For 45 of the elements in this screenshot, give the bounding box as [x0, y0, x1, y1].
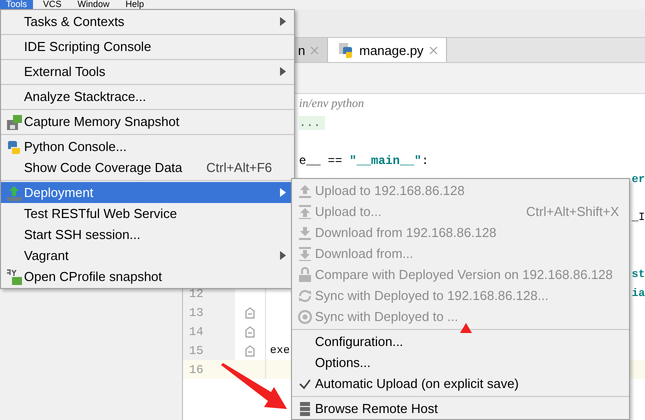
menu-bar-item[interactable]: VCS [37, 0, 68, 9]
editor-tab[interactable]: manage.py [328, 38, 447, 62]
code-text: e__ == "__main__": [299, 154, 429, 168]
line-number: 16 [189, 362, 204, 376]
menu-item[interactable]: Deployment [1, 182, 294, 203]
menu-bar-item[interactable]: Window [72, 0, 116, 9]
menu-item[interactable]: Automatic Upload (on explicit save) [292, 373, 629, 394]
close-icon [428, 46, 438, 54]
annotation-triangle [460, 323, 472, 333]
menu-bar-item[interactable]: Tools [0, 0, 34, 9]
code-text: er [632, 174, 645, 186]
code-text: st [632, 268, 645, 280]
server-icon [297, 400, 313, 416]
menu-item[interactable]: Capture Memory Snapshot [1, 111, 294, 132]
close-icon [310, 46, 320, 54]
menu-item[interactable]: External Tools [1, 61, 294, 82]
download-icon [297, 224, 313, 240]
annotation-arrow [221, 363, 287, 411]
download-icon [297, 246, 313, 262]
python-file-icon [338, 42, 354, 58]
menu-item[interactable]: Test RESTful Web Service [1, 203, 294, 224]
upload-icon [297, 204, 313, 220]
menu-item[interactable]: Open CProfile snapshot [1, 266, 294, 287]
code-text: _I [632, 212, 645, 224]
menu-item[interactable]: Configuration... [292, 331, 629, 352]
menu-item[interactable]: Tasks & Contexts [1, 11, 294, 32]
line-number: 12 [189, 286, 204, 300]
menu-item[interactable]: Vagrant [1, 245, 294, 266]
code-text: exe [269, 344, 290, 356]
menu-item[interactable]: Analyze Stacktrace... [1, 86, 294, 107]
menu-item[interactable]: Options... [292, 352, 629, 373]
code-text: ia [632, 288, 645, 300]
line-number: 13 [189, 306, 204, 320]
upload-icon [6, 184, 22, 200]
menu-item[interactable]: Python Console... [1, 136, 294, 157]
line-number: 14 [189, 324, 204, 338]
upload-icon [297, 182, 313, 198]
code-text: in/env python [299, 96, 364, 111]
menu-item[interactable]: Browse Remote Host [292, 398, 629, 419]
menu-item[interactable]: Start SSH session... [1, 224, 294, 245]
python-icon [6, 138, 22, 154]
code-text: ... [299, 116, 325, 130]
menu-bar-item[interactable]: Help [120, 0, 150, 9]
line-number: 15 [189, 344, 204, 358]
menu-item[interactable]: Show Code Coverage Data Ctrl+Alt+F6 [1, 157, 294, 178]
